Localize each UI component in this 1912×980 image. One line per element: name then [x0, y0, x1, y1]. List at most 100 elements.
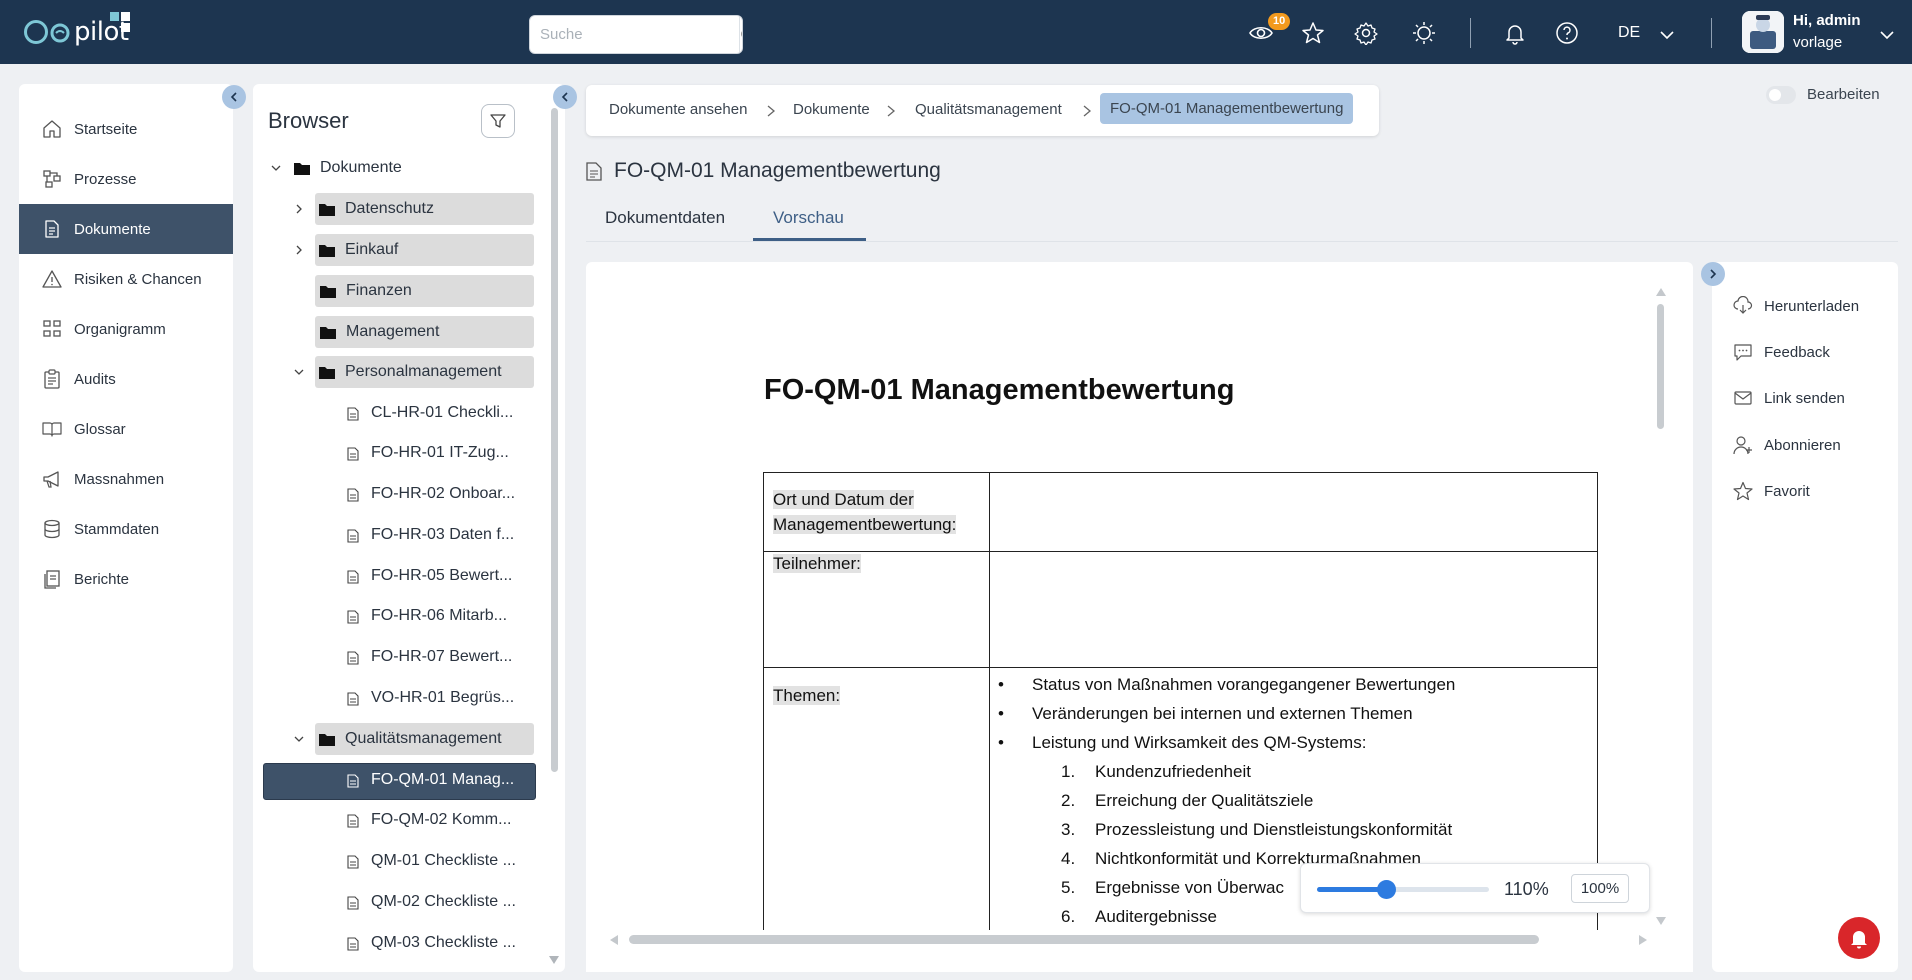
chevron-down-icon[interactable] [1654, 22, 1680, 48]
zoom-slider-handle[interactable] [1377, 880, 1396, 899]
star-icon[interactable] [1300, 20, 1326, 46]
search-button[interactable] [739, 16, 742, 53]
tree-document-item[interactable]: FO-HR-06 Mitarb... [347, 599, 537, 633]
tree-document-item[interactable]: CL-HR-01 Checkli... [347, 396, 537, 430]
bell-icon[interactable] [1502, 20, 1528, 46]
tree-label: Personalmanagement [345, 363, 502, 380]
chevron-down-icon[interactable] [1874, 22, 1900, 48]
edit-toggle[interactable] [1766, 86, 1796, 104]
sidebar-item-risiken[interactable]: Risiken & Chancen [19, 254, 233, 304]
send-link-button[interactable]: Link senden [1732, 385, 1845, 411]
scroll-left-arrow-icon[interactable] [610, 935, 618, 945]
tree-document-item[interactable]: QM-01 Checkliste ... [347, 844, 537, 878]
sidebar-item-massnahmen[interactable]: Massnahmen [19, 454, 233, 504]
search-box[interactable] [529, 15, 743, 54]
subscribe-button[interactable]: Abonnieren [1732, 432, 1841, 458]
tree-document-item[interactable]: QM-02 Checkliste ... [347, 885, 537, 919]
tree-folder-personalmanagement[interactable]: Personalmanagement [291, 355, 541, 389]
search-input[interactable] [530, 16, 739, 53]
scroll-right-arrow-icon[interactable] [1639, 935, 1647, 945]
book-icon [41, 418, 63, 440]
browser-collapse-button[interactable] [553, 85, 577, 109]
tree-document-item[interactable]: FO-HR-03 Daten f... [347, 518, 537, 552]
preview-horizontal-scrollbar[interactable] [629, 935, 1539, 944]
preview-numbered-item: 2. Erreichung der Qualitätsziele [1061, 791, 1314, 810]
zoom-value: 110% [1504, 879, 1549, 899]
feedback-button[interactable]: Feedback [1732, 339, 1830, 365]
preview-bullet-item: • Leistung und Wirksamkeit des QM-Systems… [998, 733, 1367, 752]
tree-label: CL-HR-01 Checkli... [371, 404, 514, 421]
user-greeting[interactable]: Hi, admin [1793, 12, 1861, 29]
sidebar-item-berichte[interactable]: Berichte [19, 554, 233, 604]
actions-panel-collapse-button[interactable] [1701, 262, 1725, 286]
notification-fab-button[interactable] [1838, 917, 1880, 959]
tree-folder-datenschutz[interactable]: Datenschutz [291, 192, 541, 226]
breadcrumb-item-current[interactable]: FO-QM-01 Managementbewertung [1100, 93, 1354, 124]
tree-label: FO-HR-02 Onboar... [371, 485, 516, 502]
tree-folder-management[interactable]: Management [291, 315, 541, 349]
home-icon [41, 118, 63, 140]
tree-document-item[interactable]: FO-HR-02 Onboar... [347, 477, 537, 511]
tree-label: QM-01 Checkliste ... [371, 852, 516, 869]
breadcrumb-item[interactable]: Qualitätsmanagement [915, 101, 1062, 118]
tree-document-item[interactable]: VO-HR-01 Begrüs... [347, 681, 537, 715]
document-icon [347, 651, 359, 665]
favorite-button[interactable]: Favorit [1732, 478, 1810, 504]
tab-dokumentdaten[interactable]: Dokumentdaten [605, 208, 725, 228]
scroll-down-arrow-icon[interactable] [1656, 917, 1666, 925]
tree-label: FO-HR-06 Mitarb... [371, 607, 508, 624]
document-icon [347, 570, 359, 584]
chevron-down-icon [268, 160, 284, 176]
scroll-up-arrow-icon[interactable] [1656, 288, 1666, 296]
preview-label: Managementbewertung: [773, 515, 957, 534]
sidebar-item-label: Dokumente [74, 220, 151, 238]
document-icon [347, 488, 359, 502]
breadcrumb-item[interactable]: Dokumente [793, 101, 870, 118]
action-label: Abonnieren [1764, 436, 1841, 454]
preview-heading: FO-QM-01 Managementbewertung [764, 374, 1235, 406]
sidebar-item-stammdaten[interactable]: Stammdaten [19, 504, 233, 554]
theme-sun-icon[interactable] [1411, 20, 1437, 46]
download-button[interactable]: Herunterladen [1732, 293, 1859, 319]
preview-label: Ort und Datum der [773, 490, 914, 509]
chevron-left-icon [561, 92, 568, 102]
tree-document-item[interactable]: QM-03 Checkliste ... [347, 926, 537, 960]
tree-folder-finanzen[interactable]: Finanzen [291, 274, 541, 308]
breadcrumb-item[interactable]: Dokumente ansehen [609, 101, 747, 118]
sidebar-item-label: Prozesse [74, 170, 137, 188]
tree-document-item[interactable]: FO-QM-02 Komm... [347, 803, 537, 837]
search-icon [741, 30, 742, 37]
tree-folder-dokumente[interactable]: Dokumente [268, 151, 548, 185]
tree-label: VO-HR-01 Begrüs... [371, 689, 515, 706]
preview-cell-label: Teilnehmer: [763, 551, 990, 668]
tree-document-item-selected[interactable]: FO-QM-01 Manag... [347, 763, 537, 797]
sidebar-item-audits[interactable]: Audits [19, 354, 233, 404]
app-logo[interactable]: qm pilot [24, 10, 130, 54]
scroll-down-arrow-icon[interactable] [549, 956, 559, 964]
sidebar-item-dokumente[interactable]: Dokumente [19, 204, 233, 254]
gear-icon[interactable] [1353, 20, 1379, 46]
help-icon[interactable] [1554, 20, 1580, 46]
tab-vorschau[interactable]: Vorschau [773, 208, 844, 228]
browser-scrollbar[interactable] [551, 108, 558, 772]
user-subtitle: vorlage [1793, 34, 1843, 51]
sidebar-item-glossar[interactable]: Glossar [19, 404, 233, 454]
sidebar-item-organigramm[interactable]: Organigramm [19, 304, 233, 354]
action-label: Link senden [1764, 389, 1845, 407]
language-selector[interactable]: DE [1618, 24, 1640, 42]
tree-document-item[interactable]: FO-HR-07 Bewert... [347, 640, 537, 674]
tree-folder-qualitaetsmanagement[interactable]: Qualitätsmanagement [291, 722, 541, 756]
sidebar-item-startseite[interactable]: Startseite [19, 104, 233, 154]
filter-button[interactable] [481, 104, 515, 138]
preview-vertical-scrollbar[interactable] [1657, 304, 1664, 429]
avatar[interactable] [1742, 11, 1784, 53]
org-chart-icon [41, 318, 63, 340]
tree-document-item[interactable]: FO-HR-05 Bewert... [347, 559, 537, 593]
zoom-reset-button[interactable]: 100% [1571, 874, 1629, 903]
tree-folder-einkauf[interactable]: Einkauf [291, 233, 541, 267]
tree-document-item[interactable]: FO-HR-01 IT-Zug... [347, 436, 537, 470]
tree-label: Qualitätsmanagement [345, 730, 502, 747]
sidebar-item-prozesse[interactable]: Prozesse [19, 154, 233, 204]
action-label: Favorit [1764, 482, 1810, 500]
mail-icon [1732, 387, 1754, 409]
